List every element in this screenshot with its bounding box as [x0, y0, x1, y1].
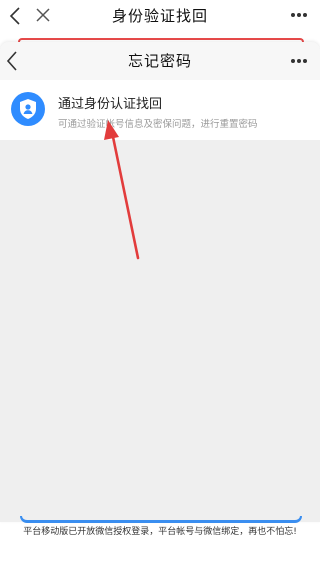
background-title: 身份验证找回 [111, 7, 208, 25]
option-description: 可通过验证帐号信息及密保问题，进行重置密码 [58, 119, 258, 130]
option-title: 通过身份认证找回 [58, 97, 163, 112]
more-dots-icon[interactable] [290, 12, 308, 18]
sheet-title: 忘记密码 [127, 52, 192, 70]
sheet-header: 忘记密码 [0, 42, 320, 80]
annotation-arrow-icon [104, 120, 140, 260]
footer-note: 平台移动版已开放微信授权登录，平台帐号与微信绑定，再也不怕忘! [23, 527, 297, 537]
identity-recovery-option[interactable]: 通过身份认证找回 可通过验证帐号信息及密保问题，进行重置密码 [0, 80, 320, 140]
forgot-password-sheet: 忘记密码 通过身份认证找回 可通过验证帐号信息及密保问题，进行重置密码 [0, 42, 320, 522]
shield-user-icon [11, 92, 45, 126]
background-header: 身份验证找回 [0, 0, 320, 32]
more-dots-icon[interactable] [290, 58, 308, 64]
background-button-border [20, 516, 302, 523]
